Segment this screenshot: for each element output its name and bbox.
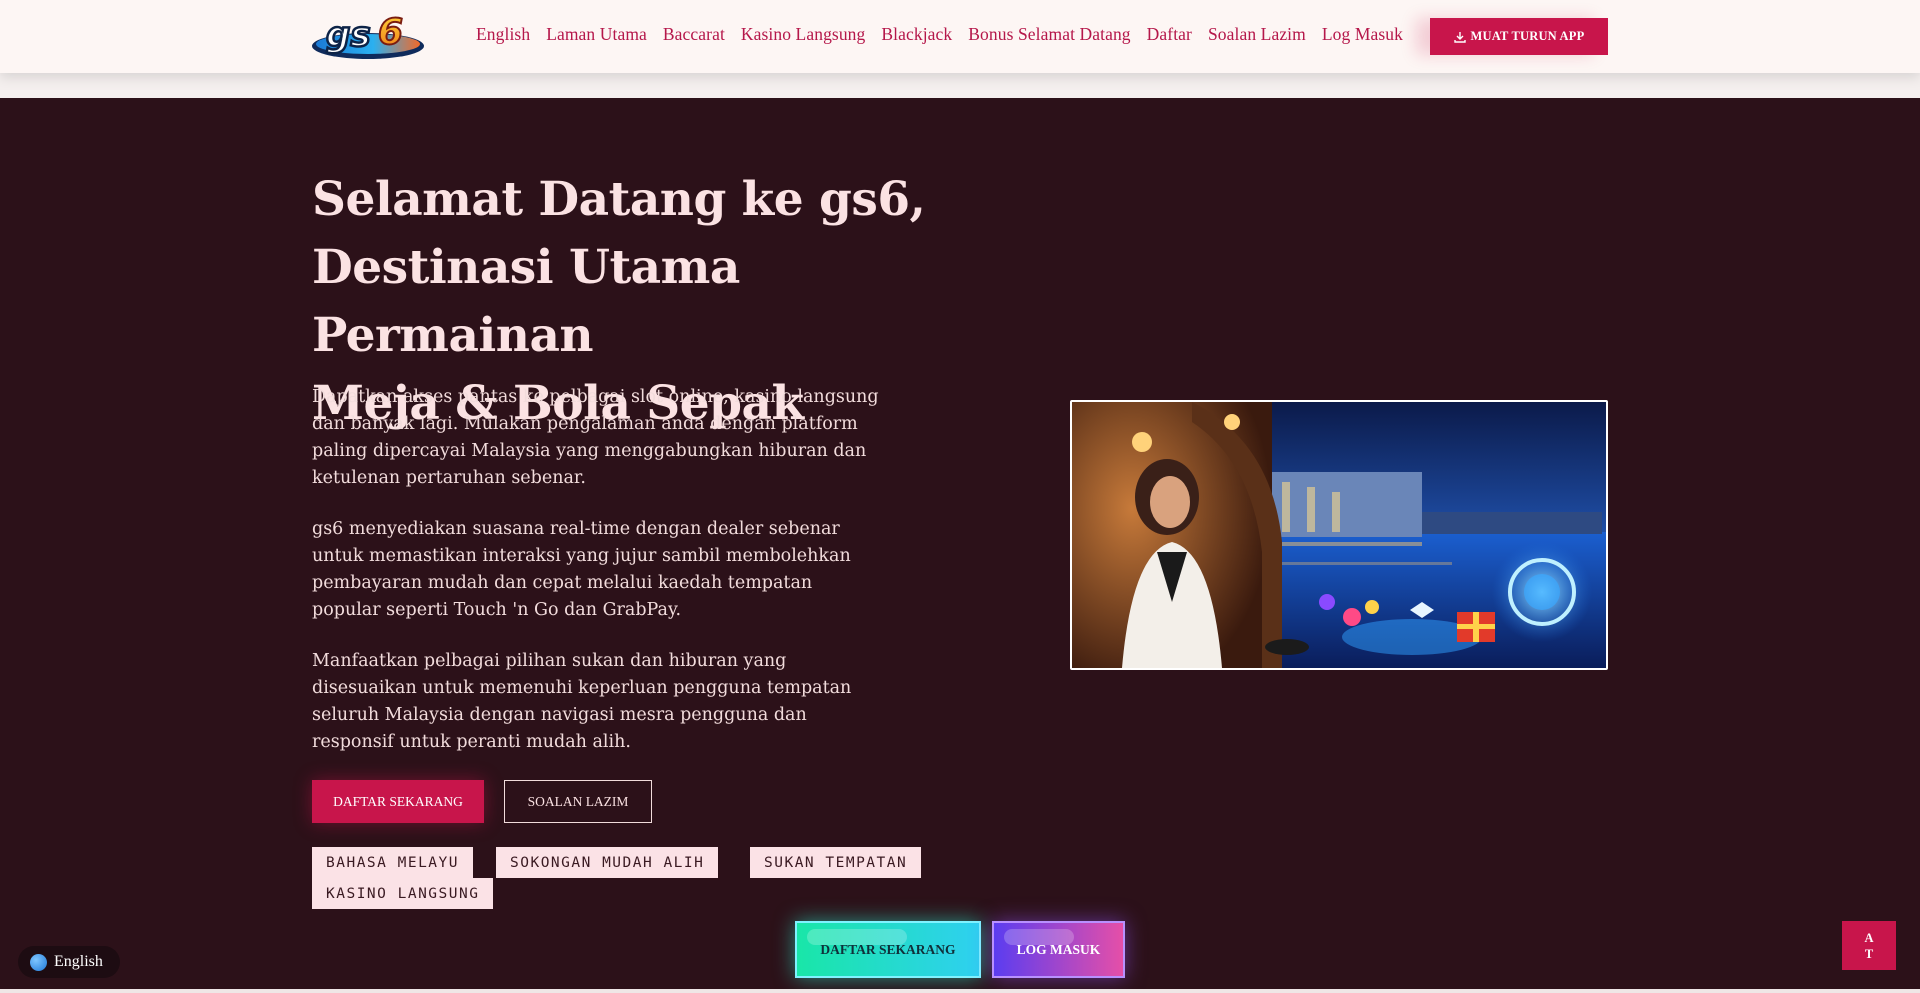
svg-text:6: 6 [378,12,403,53]
hero-section: Selamat Datang ke gs6, Destinasi Utama P… [0,98,1920,993]
nav-bonus-selamat-datang[interactable]: Bonus Selamat Datang [968,24,1130,45]
register-now-button[interactable]: DAFTAR SEKARANG [312,780,484,823]
svg-text:gs: gs [326,15,371,55]
tag-sukan-tempatan: SUKAN TEMPATAN [750,847,922,878]
nav-laman-utama[interactable]: Laman Utama [546,24,647,45]
nav-daftar[interactable]: Daftar [1147,24,1192,45]
hero-paragraph-2: gs6 menyediakan suasana real-time dengan… [312,519,851,620]
bottom-edge [0,989,1920,993]
gs6-logo[interactable]: gs 6 [310,10,426,62]
hero-casino-image [1070,400,1608,670]
nav-blackjack[interactable]: Blackjack [881,24,952,45]
nav-baccarat[interactable]: Baccarat [663,24,725,45]
hero-title-line2: Destinasi Utama Permainan [312,240,740,363]
header-spacer [0,73,1920,98]
nav-soalan-lazim[interactable]: Soalan Lazim [1208,24,1306,45]
download-app-label: MUAT TURUN APP [1470,29,1585,43]
tag-sokongan-mudah-alih: SOKONGAN MUDAH ALIH [496,847,719,878]
floating-login-button[interactable]: LOG MASUK [992,921,1125,978]
site-header: gs 6 English Laman Utama Baccarat Kasino… [0,0,1920,73]
hero-paragraph-3: Manfaatkan pelbagai pilihan sukan dan hi… [312,651,852,752]
back-to-top-line1: A [1864,930,1874,945]
nav-kasino-langsung[interactable]: Kasino Langsung [741,24,865,45]
back-to-top-line2: T [1864,946,1874,961]
main-nav: English Laman Utama Baccarat Kasino Lang… [476,22,1403,46]
hero-paragraph-1: Dapatkan akses pantas ke pelbagai slot o… [312,387,879,488]
faq-button[interactable]: SOALAN LAZIM [504,780,652,823]
floating-login-label: LOG MASUK [1016,941,1101,957]
globe-icon [30,953,47,971]
language-label: English [54,953,103,970]
back-to-top-button[interactable]: A T [1842,921,1896,970]
download-app-button[interactable]: MUAT TURUN APP [1430,18,1608,55]
tag-bahasa-melayu: BAHASA MELAYU [312,847,473,878]
tag-kasino-langsung: KASINO LANGSUNG [312,878,494,909]
nav-log-masuk[interactable]: Log Masuk [1322,24,1403,45]
nav-english[interactable]: English [476,24,530,45]
download-icon [1453,31,1466,43]
hero-title-line1: Selamat Datang ke gs6, [312,172,926,227]
language-switcher[interactable]: English [18,946,120,978]
floating-register-button[interactable]: DAFTAR SEKARANG [795,921,981,978]
floating-register-label: DAFTAR SEKARANG [820,941,956,957]
